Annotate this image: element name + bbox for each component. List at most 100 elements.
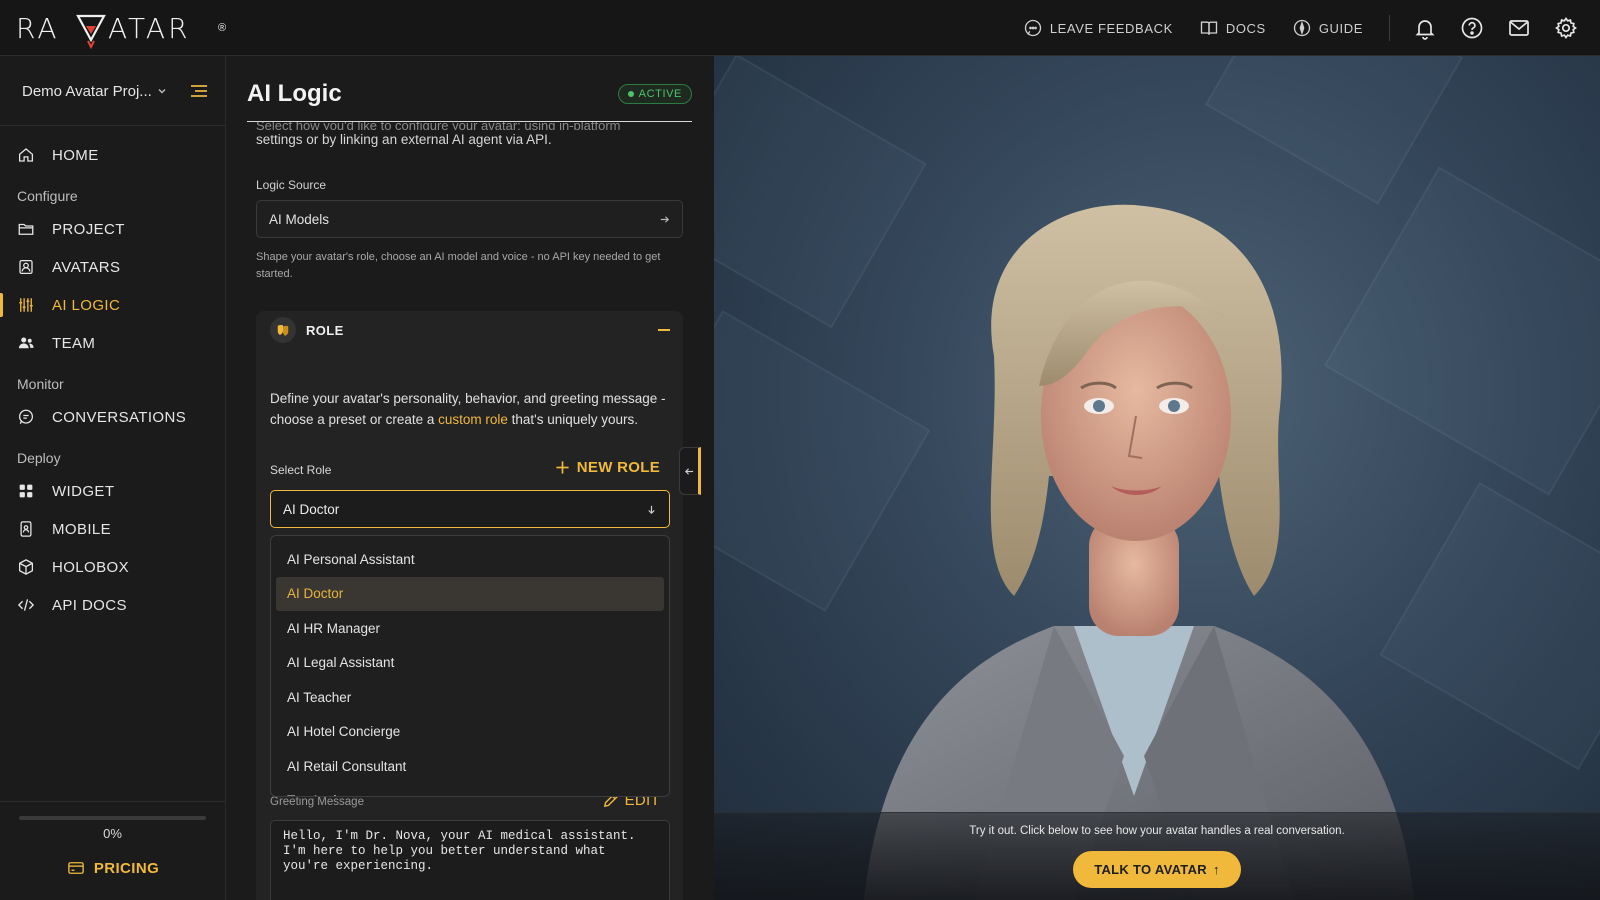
sidebar-item-project[interactable]: PROJECT — [0, 210, 226, 248]
home-icon — [18, 148, 34, 162]
menu-icon[interactable] — [190, 83, 208, 99]
talk-to-avatar-button[interactable]: TALK TO AVATAR ↑ — [1073, 851, 1241, 888]
messages-button[interactable] — [1506, 15, 1532, 41]
sidebar-item-avatars[interactable]: AVATARS — [0, 248, 226, 286]
sidebar-bottom-divider — [0, 801, 226, 802]
logo-mark: RA ATAR — [16, 12, 191, 50]
role-option[interactable]: AI Personal Assistant — [276, 542, 664, 577]
guide-link[interactable]: GUIDE — [1292, 18, 1363, 38]
sidebar-item-team[interactable]: TEAM — [0, 324, 226, 362]
sidebar-item-label: HOME — [52, 146, 99, 164]
role-title: ROLE — [306, 322, 344, 338]
bell-icon — [1415, 20, 1435, 40]
logo-registered: ® — [218, 22, 227, 34]
ravatar-logo[interactable]: RA ATAR ® — [16, 6, 226, 50]
collapse-icon[interactable] — [658, 329, 670, 331]
talk-to-avatar-label: TALK TO AVATAR — [1094, 862, 1207, 877]
grid-icon — [19, 484, 33, 498]
avatar-card-icon — [19, 259, 33, 275]
sidebar-item-mobile[interactable]: MOBILE — [0, 510, 226, 548]
intro-line: settings or by linking an external AI ag… — [256, 132, 552, 147]
sidebar-item-label: WIDGET — [52, 482, 115, 500]
chat-icon — [18, 409, 34, 424]
compass-icon — [1293, 19, 1310, 37]
intro-text: Select how you'd like to configure your … — [256, 122, 676, 150]
docs-link[interactable]: DOCS — [1199, 18, 1266, 38]
arrow-down-icon — [648, 505, 655, 514]
role-option[interactable]: AI Legal Assistant — [276, 646, 664, 681]
sidebar-item-api-docs[interactable]: API DOCS — [0, 586, 226, 624]
section-monitor: Monitor — [17, 376, 64, 392]
sidebar-item-label: CONVERSATIONS — [52, 408, 187, 426]
avatar-figure — [864, 204, 1414, 900]
sliders-icon — [19, 298, 33, 312]
role-option[interactable]: AI Hotel Concierge — [276, 715, 664, 750]
collapse-panel-button[interactable] — [679, 447, 701, 495]
sidebar-item-conversations[interactable]: CONVERSATIONS — [0, 398, 226, 436]
sidebar: Demo Avatar Proj... HOME Configure PROJE… — [0, 56, 226, 900]
status-dot — [627, 90, 634, 97]
avatar-preview: Try it out. Click below to see how your … — [714, 56, 1600, 900]
sidebar-item-label: HOLOBOX — [52, 558, 129, 576]
role-header[interactable]: ROLE — [270, 317, 670, 343]
section-deploy: Deploy — [17, 450, 61, 466]
sidebar-item-label: AVATARS — [52, 258, 121, 276]
guide-label: GUIDE — [1318, 20, 1363, 36]
role-dropdown-menu: AI Personal Assistant AI Doctor AI HR Ma… — [270, 535, 670, 797]
custom-role-link[interactable]: custom role — [438, 412, 508, 427]
leave-feedback-link[interactable]: LEAVE FEEDBACK — [1023, 18, 1173, 38]
arrow-right-icon — [660, 215, 670, 223]
new-role-button[interactable]: NEW ROLE — [555, 459, 660, 476]
sidebar-item-ai-logic[interactable]: AI LOGIC — [0, 286, 226, 324]
notifications-button[interactable] — [1412, 15, 1438, 41]
leave-feedback-label: LEAVE FEEDBACK — [1049, 20, 1173, 36]
preview-footer: Try it out. Click below to see how your … — [714, 812, 1600, 900]
role-option-selected[interactable]: AI Doctor — [276, 576, 664, 611]
mobile-icon — [20, 521, 32, 537]
role-option[interactable]: Tax Assistant — [276, 784, 664, 796]
project-name: Demo Avatar Proj... — [22, 82, 152, 100]
sidebar-item-widget[interactable]: WIDGET — [0, 472, 226, 510]
sidebar-item-label: AI LOGIC — [52, 296, 121, 314]
credit-card-icon — [68, 862, 84, 874]
role-option[interactable]: AI HR Manager — [276, 611, 664, 646]
settings-button[interactable] — [1553, 15, 1579, 41]
code-icon — [17, 599, 35, 611]
logic-source-help: Shape your avatar's role, choose an AI m… — [256, 251, 661, 280]
pricing-label: PRICING — [93, 859, 160, 877]
ai-logic-panel: AI Logic ACTIVE Select how you'd like to… — [226, 56, 714, 900]
help-button[interactable] — [1459, 15, 1485, 41]
role-option[interactable]: AI Retail Consultant — [276, 749, 664, 784]
sidebar-item-label: PROJECT — [52, 220, 125, 238]
feedback-icon — [1024, 19, 1041, 37]
role-select[interactable]: AI Doctor — [270, 490, 670, 528]
gear-icon — [1555, 17, 1577, 39]
greeting-message-textarea[interactable]: Hello, I'm Dr. Nova, your AI medical ass… — [270, 820, 670, 900]
logic-source-label: Logic Source — [256, 178, 327, 192]
intro-clipped-line: Select how you'd like to configure your … — [256, 122, 621, 130]
sidebar-item-label: API DOCS — [52, 596, 127, 614]
role-desc-tail: that's uniquely yours. — [507, 412, 639, 427]
setup-progress-label: 0% — [103, 826, 122, 841]
preview-hint: Try it out. Click below to see how your … — [969, 825, 1345, 837]
sidebar-item-home[interactable]: HOME — [0, 136, 226, 174]
project-selector[interactable]: Demo Avatar Proj... — [22, 78, 208, 104]
role-select-value: AI Doctor — [283, 501, 340, 517]
team-icon — [18, 337, 34, 349]
pricing-button[interactable]: PRICING — [0, 859, 226, 877]
role-option[interactable]: AI Teacher — [276, 680, 664, 715]
role-description: Define your avatar's personality, behavi… — [270, 388, 666, 430]
logic-source-select[interactable]: AI Models — [256, 200, 683, 238]
sidebar-nav: HOME Configure PROJECT AVATARS AI LOGIC … — [0, 136, 226, 624]
svg-text:ATAR: ATAR — [108, 12, 191, 45]
top-bar: RA ATAR ® LEAVE FEEDBACK DOCS GUIDE — [0, 0, 1600, 56]
mail-icon — [1509, 20, 1529, 36]
svg-text:RA: RA — [16, 12, 59, 45]
sidebar-item-holobox[interactable]: HOLOBOX — [0, 548, 226, 586]
plus-icon — [556, 461, 569, 474]
section-configure: Configure — [17, 188, 78, 204]
setup-progress-bar — [19, 816, 206, 820]
logic-source-value: AI Models — [269, 211, 330, 227]
sidebar-item-label: TEAM — [52, 334, 96, 352]
status-label: ACTIVE — [638, 87, 682, 100]
